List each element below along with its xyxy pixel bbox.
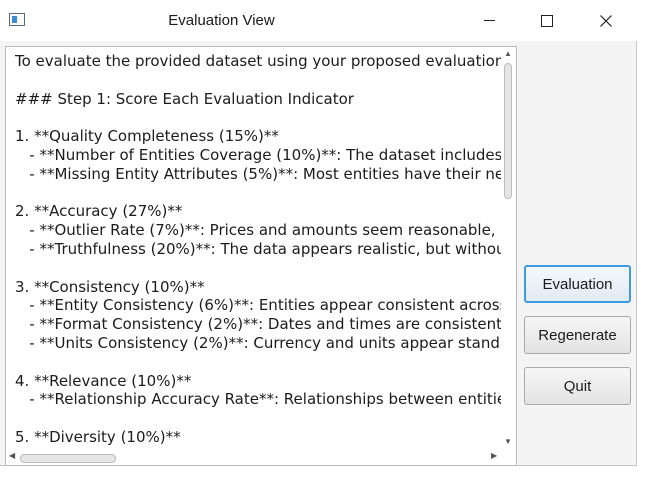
evaluation-window: Evaluation View To evaluate the provided… bbox=[0, 0, 637, 466]
window-title: Evaluation View bbox=[168, 12, 275, 29]
text-line: - **Number of Entities Coverage (10%)**:… bbox=[15, 145, 507, 164]
scroll-up-icon[interactable]: ▲ bbox=[504, 49, 512, 58]
scroll-left-icon[interactable]: ◀ bbox=[9, 451, 15, 460]
close-button[interactable] bbox=[583, 0, 629, 41]
horizontal-scrollbar[interactable]: ◀ ▶ bbox=[6, 450, 501, 465]
text-line bbox=[15, 108, 507, 127]
scroll-down-icon[interactable]: ▼ bbox=[504, 437, 512, 446]
text-line: - **Entity Consistency (6%)**: Entities … bbox=[15, 296, 507, 315]
vertical-scroll-thumb[interactable] bbox=[504, 63, 512, 199]
minimize-button[interactable] bbox=[466, 0, 512, 41]
text-line bbox=[15, 409, 507, 428]
title-bar[interactable]: Evaluation View bbox=[0, 0, 637, 41]
text-line: - **Outlier Rate (7%)**: Prices and amou… bbox=[15, 221, 507, 240]
text-line: To evaluate the provided dataset using y… bbox=[15, 52, 507, 70]
text-line: - **Units Consistency (2%)**: Currency a… bbox=[15, 333, 507, 352]
horizontal-scroll-thumb[interactable] bbox=[20, 454, 116, 463]
maximize-icon bbox=[541, 14, 553, 27]
text-line: 3. **Consistency (10%)** bbox=[15, 277, 205, 296]
text-line bbox=[15, 184, 507, 203]
text-line: ### Step 1: Score Each Evaluation Indica… bbox=[15, 89, 354, 108]
text-line bbox=[15, 353, 507, 372]
evaluation-text-area[interactable]: To evaluate the provided dataset using y… bbox=[5, 46, 517, 466]
text-line: 5. **Diversity (10%)** bbox=[15, 427, 181, 446]
maximize-button[interactable] bbox=[524, 0, 570, 41]
text-line: - **Relationship Accuracy Rate**: Relati… bbox=[15, 390, 507, 409]
text-line bbox=[15, 259, 507, 278]
text-line: 1. **Quality Completeness (15%)** bbox=[15, 127, 279, 146]
text-line: - **Format Consistency (2%)**: Dates and… bbox=[15, 315, 507, 334]
text-line: 2. **Accuracy (27%)** bbox=[15, 202, 183, 221]
text-line: 4. **Relevance (10%)** bbox=[15, 371, 192, 390]
vertical-scrollbar[interactable]: ▲ ▼ bbox=[501, 47, 516, 450]
text-line: - **Missing Entity Attributes (5%)**: Mo… bbox=[15, 164, 507, 183]
evaluation-text: To evaluate the provided dataset using y… bbox=[15, 52, 507, 447]
text-line: - **Truthfulness (20%)**: The data appea… bbox=[15, 239, 507, 258]
text-line bbox=[15, 71, 507, 90]
regenerate-button[interactable]: Regenerate bbox=[524, 316, 631, 354]
close-icon bbox=[600, 14, 612, 27]
quit-button[interactable]: Quit bbox=[524, 367, 631, 405]
evaluation-button[interactable]: Evaluation bbox=[524, 265, 631, 303]
scroll-right-icon[interactable]: ▶ bbox=[491, 451, 497, 460]
minimize-icon bbox=[483, 20, 495, 21]
